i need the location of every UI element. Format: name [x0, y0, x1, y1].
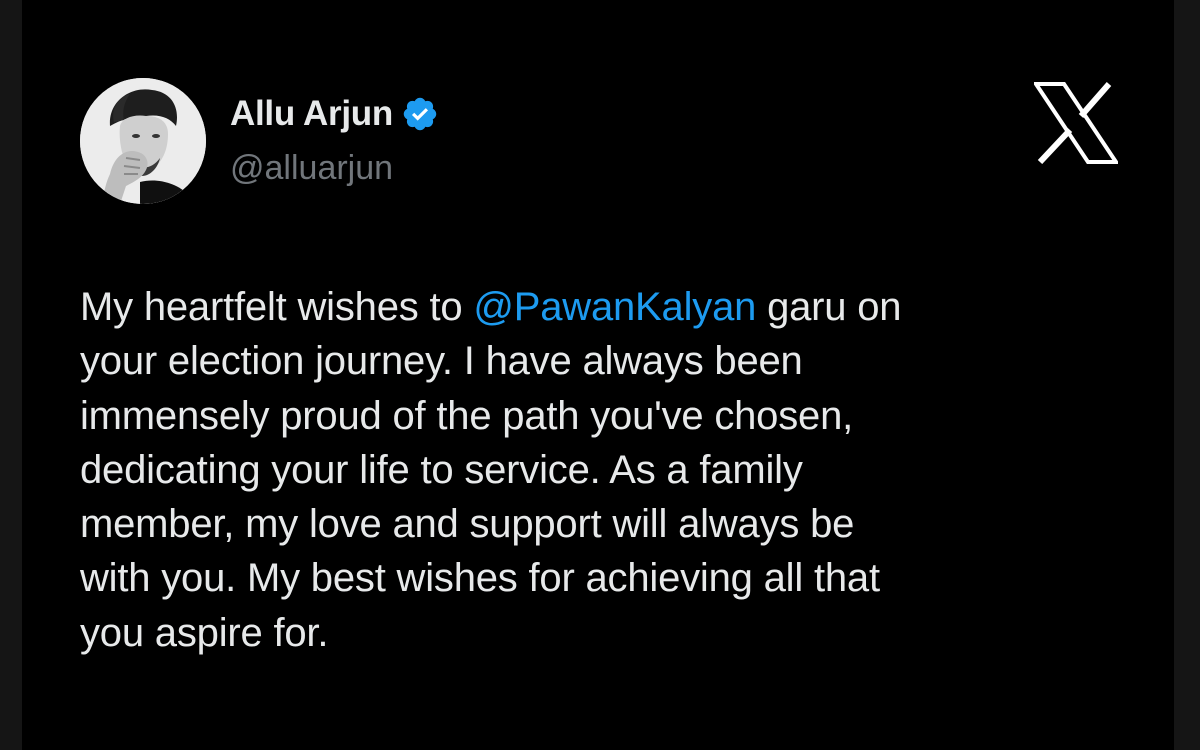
tweet-line: immensely proud of the path you've chose… — [80, 393, 854, 438]
mention-link[interactable]: @PawanKalyan — [473, 285, 756, 329]
tweet-line: with you. My best wishes for achieving a… — [80, 556, 880, 601]
tweet-body: My heartfelt wishes to @PawanKalyan garu… — [80, 280, 1140, 660]
screenshot-frame: Allu Arjun @alluarjun My heartfelt wishe… — [0, 0, 1200, 750]
avatar[interactable] — [80, 78, 206, 204]
tweet-line: your election journey. I have always bee… — [80, 339, 803, 384]
tweet-text-segment: garu on — [756, 285, 902, 329]
tweet-line: My heartfelt wishes to @PawanKalyan garu… — [80, 280, 1140, 334]
tweet-line: you aspire for. — [80, 610, 329, 655]
verified-badge-icon — [401, 95, 439, 133]
tweet-text-segment: My heartfelt wishes to — [80, 285, 474, 329]
avatar-photo — [80, 78, 206, 204]
x-logo-icon[interactable] — [1032, 82, 1120, 165]
tweet-line: member, my love and support will always … — [80, 502, 855, 547]
tweet-line: dedicating your life to service. As a fa… — [80, 447, 803, 492]
author-handle[interactable]: @alluarjun — [230, 147, 393, 189]
author-display-name[interactable]: Allu Arjun — [230, 92, 393, 136]
author-name-row: Allu Arjun — [230, 92, 439, 136]
tweet-card[interactable]: Allu Arjun @alluarjun My heartfelt wishe… — [22, 0, 1174, 750]
